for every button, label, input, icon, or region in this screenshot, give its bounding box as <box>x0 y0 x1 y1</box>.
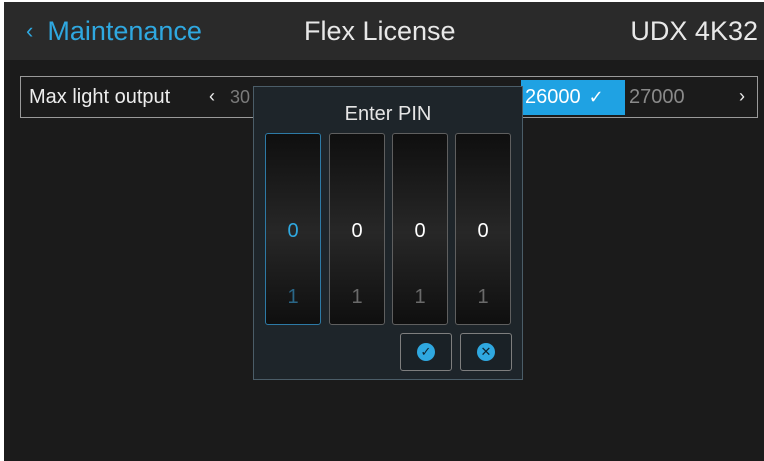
pin-digit-next: 1 <box>287 286 299 308</box>
pin-digit-wheel-4[interactable]: 0 1 <box>455 133 511 325</box>
enter-pin-dialog: Enter PIN 0 1 0 1 0 1 0 1 ✓ ✕ <box>253 86 523 380</box>
projector-model: UDX 4K32 <box>630 16 758 46</box>
back-label: Maintenance <box>47 16 202 46</box>
pin-digit-next: 1 <box>477 286 489 308</box>
check-icon: ✓ <box>588 87 604 107</box>
pin-digit-wheel-1[interactable]: 0 1 <box>265 133 321 325</box>
chevron-left-icon: ‹ <box>26 17 34 43</box>
confirm-button[interactable]: ✓ <box>400 333 452 371</box>
close-circle-icon: ✕ <box>477 343 495 361</box>
pin-digit-current: 0 <box>477 220 489 242</box>
previous-value-option[interactable]: 30 <box>230 87 250 108</box>
header-bar: ‹ Maintenance Flex License UDX 4K32 <box>4 2 764 60</box>
pin-digit-next: 1 <box>351 286 363 308</box>
pin-digit-current: 0 <box>351 220 363 242</box>
next-value-option[interactable]: 27000 <box>629 86 685 109</box>
pin-digit-wheel-3[interactable]: 0 1 <box>392 133 448 325</box>
cancel-button[interactable]: ✕ <box>460 333 512 371</box>
setting-label: Max light output <box>29 86 171 108</box>
pin-digit-current: 0 <box>414 220 426 242</box>
projector-screen: ‹ Maintenance Flex License UDX 4K32 Max … <box>4 2 764 461</box>
page-title: Flex License <box>304 16 456 46</box>
check-circle-icon: ✓ <box>417 343 435 361</box>
chevron-right-icon[interactable]: › <box>739 86 745 107</box>
pin-digit-current: 0 <box>287 220 299 242</box>
pin-digit-wheel-2[interactable]: 0 1 <box>329 133 385 325</box>
selected-value: 26000 <box>525 86 581 108</box>
back-button[interactable]: ‹ Maintenance <box>26 16 202 47</box>
chevron-left-icon[interactable]: ‹ <box>209 86 215 107</box>
selected-value-option[interactable]: 26000 ✓ <box>521 80 625 115</box>
pin-digit-next: 1 <box>414 286 426 308</box>
dialog-title: Enter PIN <box>344 103 432 125</box>
